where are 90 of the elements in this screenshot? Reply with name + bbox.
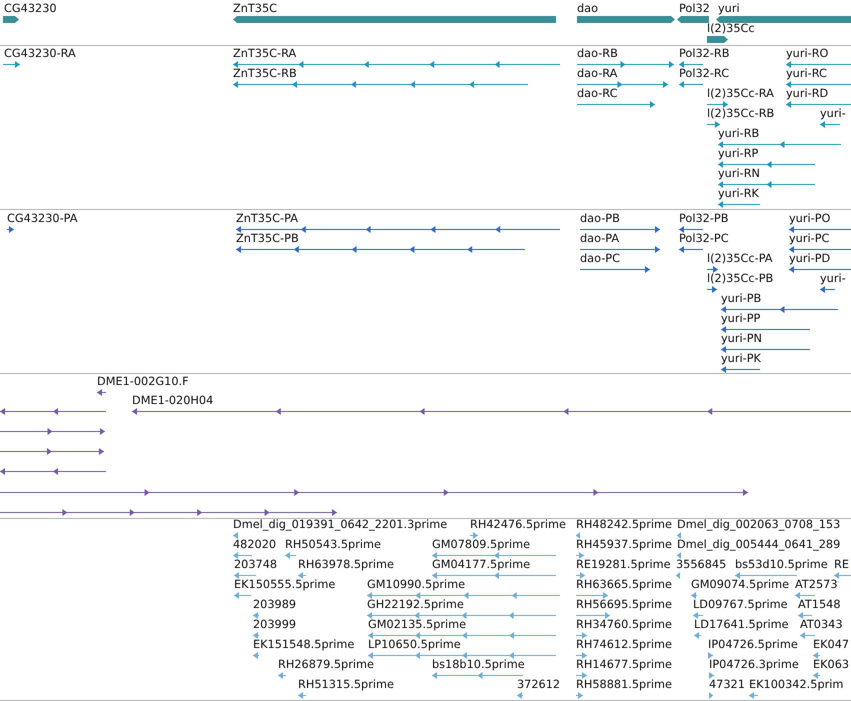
clone-label: DME1-002G10.F xyxy=(97,375,189,388)
transcript-label: yuri-RN xyxy=(718,167,760,180)
transcript-label: Pol32-RC xyxy=(679,67,730,80)
est-label: RE xyxy=(834,558,849,571)
transcript-label: dao-RC xyxy=(577,87,618,100)
est-label: EK151548.5prime xyxy=(253,638,354,651)
protein-label: Pol32-PB xyxy=(679,212,728,225)
gene-label: dao xyxy=(577,2,598,15)
est-label: 203999 xyxy=(253,618,296,631)
est-label: RH56695.5prime xyxy=(576,598,672,611)
transcript-label: yuri-RC xyxy=(786,67,827,80)
est-label: IP04726.5prime xyxy=(708,638,798,651)
est-label: RE19281.5prime xyxy=(576,558,671,571)
transcript-label: yuri-RD xyxy=(786,87,828,100)
gene-label: Pol32 xyxy=(679,2,710,15)
est-label: 203748 xyxy=(234,558,278,571)
est-label: RH50543.5prime xyxy=(285,538,381,551)
protein-label: ZnT35C-PB xyxy=(236,232,299,245)
clone-label: DME1-020H04 xyxy=(132,394,214,407)
protein-label: dao-PB xyxy=(580,212,620,225)
protein-label: dao-PC xyxy=(580,252,620,265)
protein-label: CG43230-PA xyxy=(7,212,78,225)
protein-label: Pol32-PC xyxy=(679,232,729,245)
gene-label: CG43230 xyxy=(4,2,57,15)
transcript-label: ZnT35C-RB xyxy=(233,67,297,80)
protein-label: yuri-PD xyxy=(789,252,830,265)
est-label: 3556845 xyxy=(676,558,726,571)
est-label: GH22192.5prime xyxy=(367,598,464,611)
protein-label: yuri- xyxy=(820,272,846,285)
transcript-label: ZnT35C-RA xyxy=(233,47,296,60)
est-label: Dmel_dig_002063_0708_153 xyxy=(677,519,840,531)
gene-label: yuri xyxy=(718,2,740,15)
est-label: EK150555.5prime xyxy=(234,578,336,591)
est-label: bs18b10.5prime xyxy=(432,658,525,671)
est-label: EK047 xyxy=(813,638,850,651)
est-label: AT0343 xyxy=(800,618,843,631)
transcript-label: yuri- xyxy=(820,107,846,120)
gene-label: ZnT35C xyxy=(233,2,278,15)
transcript-label: dao-RB xyxy=(577,47,618,60)
est-label: RH42476.5prime xyxy=(470,519,566,531)
est-label: AT2573 xyxy=(795,578,838,591)
transcript-label: l(2)35Cc-RB xyxy=(707,107,774,120)
est-label: LP10650.5prime xyxy=(368,638,461,651)
est-label: IP04726.3prime xyxy=(709,658,799,671)
est-label: AT1548 xyxy=(798,598,841,611)
transcript-label: yuri-RP xyxy=(718,147,758,160)
est-label: Dmel_dig_005444_0641_289 xyxy=(677,538,840,551)
est-label: RH34760.5prime xyxy=(576,618,672,631)
est-label: RH26879.5prime xyxy=(278,658,374,671)
protein-label: yuri-PN xyxy=(721,332,762,345)
est-label: 47321 xyxy=(709,678,745,691)
est-label: RH63665.5prime xyxy=(576,578,672,591)
est-label: RH74612.5prime xyxy=(576,638,672,651)
est-label: 203989 xyxy=(253,598,296,611)
est-label: RH48242.5prime xyxy=(576,519,672,531)
est-label: GM10990.5prime xyxy=(367,578,466,591)
est-label: RH14677.5prime xyxy=(576,658,672,671)
est-label: RH63978.5prime xyxy=(298,558,394,571)
transcript-label: yuri-RB xyxy=(718,127,760,140)
est-label: LD17641.5prime xyxy=(694,618,789,631)
protein-label: yuri-PB xyxy=(721,292,762,305)
est-label: 482020 xyxy=(233,538,276,551)
est-label: 372612 xyxy=(517,678,560,691)
gene-label: l(2)35Cc xyxy=(707,22,755,35)
est-label: EK063 xyxy=(813,658,850,671)
est-label: GM07809.5prime xyxy=(432,538,530,551)
protein-label: yuri-PC xyxy=(789,232,830,245)
est-label: LD09767.5prime xyxy=(693,598,788,611)
est-label: EK100342.5prim xyxy=(749,678,844,691)
protein-label: yuri-PP xyxy=(721,312,760,325)
protein-label: l(2)35Cc-PB xyxy=(707,272,774,285)
transcript-label: l(2)35Cc-RA xyxy=(707,87,774,100)
transcript-label: yuri-RO xyxy=(786,47,828,60)
est-label: RH58881.5prime xyxy=(576,678,672,691)
transcript-label: CG43230-RA xyxy=(4,47,76,60)
protein-label: yuri-PO xyxy=(789,212,830,225)
est-label: GM04177.5prime xyxy=(432,558,530,571)
est-label: RH45937.5prime xyxy=(576,538,672,551)
protein-label: dao-PA xyxy=(580,232,620,245)
est-label: bs53d10.5prime xyxy=(735,558,828,571)
est-label: Dmel_dig_019391_0642_2201.3prime xyxy=(233,519,448,531)
est-label: GM09074.5prime xyxy=(691,578,790,591)
transcript-label: yuri-RK xyxy=(718,187,759,200)
transcript-label: dao-RA xyxy=(577,67,618,80)
protein-label: l(2)35Cc-PA xyxy=(707,252,773,265)
protein-label: ZnT35C-PA xyxy=(236,212,298,225)
est-label: RH51315.5prime xyxy=(298,678,394,691)
protein-label: yuri-PK xyxy=(721,352,761,365)
est-label: GM02135.5prime xyxy=(368,618,466,631)
transcript-label: Pol32-RB xyxy=(679,47,730,60)
